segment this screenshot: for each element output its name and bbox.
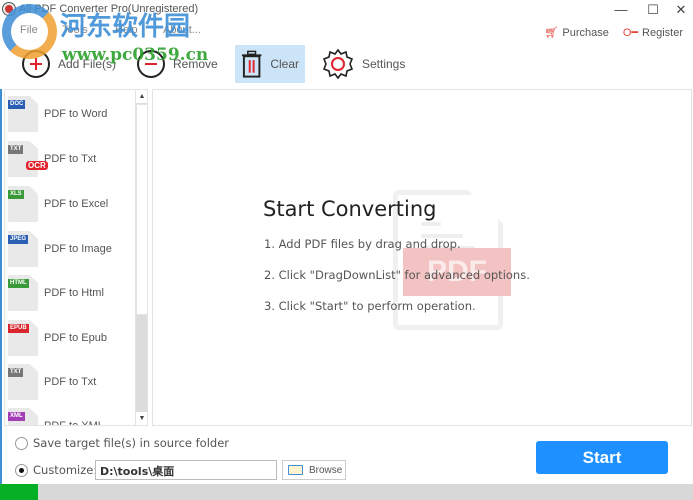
sidebar-item-epub[interactable]: EPUB PDF to Epub bbox=[8, 316, 133, 360]
remove-button[interactable]: Remove bbox=[131, 45, 224, 83]
sidebar-item-txt-ocr[interactable]: TXT OCR PDF to Txt bbox=[8, 137, 133, 181]
scroll-down-arrow-icon[interactable]: ▼ bbox=[136, 412, 147, 425]
sidebar-item-label: PDF to Excel bbox=[44, 198, 109, 210]
minimize-button[interactable]: — bbox=[610, 2, 632, 17]
purchase-label: Purchase bbox=[562, 26, 609, 39]
app-icon bbox=[3, 3, 15, 15]
sidebar-item-label: PDF to Txt bbox=[44, 153, 97, 165]
cart-icon: 🛒︎ bbox=[544, 27, 559, 39]
settings-label: Settings bbox=[362, 57, 406, 71]
sidebar-item-label: PDF to Txt bbox=[44, 376, 97, 388]
sidebar-item-image[interactable]: JPEG PDF to Image bbox=[8, 227, 133, 271]
window-title: All PDF Converter Pro(Unregistered) bbox=[19, 3, 199, 15]
toolbar: Add File(s) Remove Clear Settings bbox=[0, 44, 693, 84]
sidebar-item-html[interactable]: HTML PDF to Html bbox=[8, 271, 133, 315]
ocr-badge: OCR bbox=[26, 161, 48, 170]
sidebar-item-label: PDF to XML bbox=[44, 420, 104, 426]
conversion-list: DOC PDF to Word TXT OCR PDF to Txt XLS P… bbox=[4, 89, 148, 426]
customize-label: Customize: bbox=[33, 463, 98, 477]
browse-label: Browse bbox=[309, 464, 343, 476]
menu-about[interactable]: About... bbox=[163, 24, 201, 36]
sidebar-item-xml[interactable]: XML PDF to XML bbox=[8, 404, 133, 426]
register-link[interactable]: O━ Register bbox=[622, 26, 683, 40]
clear-button[interactable]: Clear bbox=[235, 45, 305, 83]
top-links: 🛒︎ Purchase O━ Register bbox=[544, 26, 683, 40]
scroll-up-arrow-icon[interactable]: ▲ bbox=[136, 90, 147, 103]
browse-button[interactable]: Browse bbox=[282, 460, 346, 480]
source-folder-radio[interactable] bbox=[15, 436, 28, 450]
sidebar-item-word[interactable]: DOC PDF to Word bbox=[8, 92, 133, 136]
register-label: Register bbox=[642, 26, 683, 39]
sidebar-item-label: PDF to Word bbox=[44, 108, 108, 120]
minus-circle-icon bbox=[137, 50, 165, 78]
gear-icon bbox=[322, 48, 354, 80]
xls-file-icon: XLS bbox=[8, 186, 38, 222]
title-bar: All PDF Converter Pro(Unregistered) — ☐ … bbox=[0, 0, 693, 20]
sidebar-item-label: PDF to Html bbox=[44, 287, 104, 299]
source-folder-option[interactable]: Save target file(s) in source folder bbox=[15, 436, 229, 450]
clear-label: Clear bbox=[270, 57, 299, 71]
jpeg-file-icon: JPEG bbox=[8, 231, 38, 267]
output-path-input[interactable]: D:\tools\桌面 bbox=[95, 460, 277, 480]
add-files-button[interactable]: Add File(s) bbox=[16, 45, 122, 83]
trash-icon bbox=[241, 50, 262, 78]
sidebar-item-label: PDF to Image bbox=[44, 243, 112, 255]
menu-help[interactable]: Help bbox=[115, 24, 138, 36]
epub-file-icon: EPUB bbox=[8, 320, 38, 356]
xml-file-icon: XML bbox=[8, 408, 38, 425]
add-files-label: Add File(s) bbox=[58, 57, 117, 71]
menu-tools[interactable]: Tools bbox=[62, 24, 88, 36]
customize-radio[interactable] bbox=[15, 463, 28, 477]
instruction-step-2: 2. Click "DragDownList" for advanced opt… bbox=[264, 268, 530, 282]
settings-button[interactable]: Settings bbox=[316, 45, 411, 83]
plus-circle-icon bbox=[22, 50, 50, 78]
start-converting-title: Start Converting bbox=[263, 197, 437, 221]
instruction-step-1: 1. Add PDF files by drag and drop. bbox=[264, 237, 461, 251]
progress-bar bbox=[0, 484, 693, 500]
sidebar-scrollbar[interactable]: ▲ ▼ bbox=[135, 90, 147, 425]
close-button[interactable]: ✕ bbox=[670, 2, 692, 18]
key-icon: O━ bbox=[622, 27, 639, 39]
remove-label: Remove bbox=[173, 57, 218, 71]
window-edge bbox=[0, 89, 2, 489]
menu-file[interactable]: File bbox=[20, 24, 38, 36]
maximize-button[interactable]: ☐ bbox=[642, 2, 664, 18]
source-folder-label: Save target file(s) in source folder bbox=[33, 436, 230, 450]
drop-area[interactable]: PDF Start Converting 1. Add PDF files by… bbox=[152, 89, 692, 426]
sidebar-item-excel[interactable]: XLS PDF to Excel bbox=[8, 182, 133, 226]
purchase-link[interactable]: 🛒︎ Purchase bbox=[544, 26, 609, 40]
sidebar-item-txt[interactable]: TXT PDF to Txt bbox=[8, 360, 133, 404]
start-button[interactable]: Start bbox=[536, 441, 668, 474]
customize-option[interactable]: Customize: bbox=[15, 463, 97, 477]
html-file-icon: HTML bbox=[8, 275, 38, 311]
scrollbar-thumb[interactable] bbox=[136, 104, 147, 315]
menu-bar: File Tools Help About... bbox=[0, 22, 400, 40]
doc-file-icon: DOC bbox=[8, 96, 38, 132]
sidebar-item-label: PDF to Epub bbox=[44, 332, 107, 344]
progress-fill bbox=[0, 484, 39, 500]
txt-file-icon: TXT bbox=[8, 364, 38, 400]
txt-file-icon: TXT bbox=[8, 141, 38, 177]
folder-icon bbox=[288, 465, 303, 475]
instruction-step-3: 3. Click "Start" to perform operation. bbox=[264, 299, 476, 313]
